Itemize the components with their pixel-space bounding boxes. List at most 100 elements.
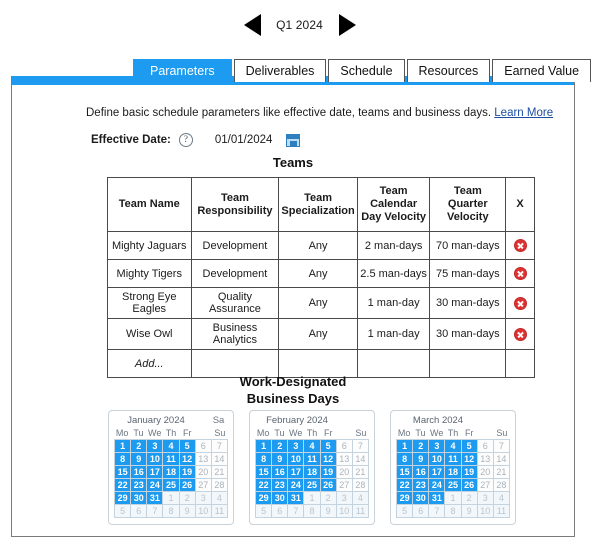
calendar-day-cell[interactable]: 2 bbox=[131, 440, 148, 453]
calendar-day-cell[interactable]: 25 bbox=[163, 479, 180, 492]
calendar-day-cell[interactable]: 3 bbox=[195, 492, 212, 505]
calendar-day-cell[interactable]: 5 bbox=[179, 440, 196, 453]
calendar-day-cell[interactable]: 8 bbox=[115, 453, 132, 466]
calendar-day-cell[interactable]: 28 bbox=[211, 479, 228, 492]
calendar-day-cell[interactable]: 19 bbox=[320, 466, 337, 479]
calendar-day-cell[interactable]: 24 bbox=[429, 479, 446, 492]
calendar-day-cell[interactable]: 31 bbox=[147, 492, 164, 505]
cell-quarter-velocity[interactable]: 75 man-days bbox=[429, 259, 507, 288]
calendar-day-cell[interactable]: 16 bbox=[413, 466, 430, 479]
calendar-day-cell[interactable]: 1 bbox=[256, 440, 273, 453]
calendar-day-cell[interactable]: 6 bbox=[413, 505, 430, 518]
calendar-day-cell[interactable]: 11 bbox=[445, 453, 462, 466]
calendar-day-cell[interactable]: 9 bbox=[272, 453, 289, 466]
calendar-day-cell[interactable]: 23 bbox=[413, 479, 430, 492]
calendar-day-cell[interactable]: 23 bbox=[272, 479, 289, 492]
calendar-day-cell[interactable]: 11 bbox=[211, 505, 228, 518]
calendar-day-cell[interactable]: 27 bbox=[336, 479, 353, 492]
cell-calendar-day-velocity[interactable]: 1 man-day bbox=[356, 318, 431, 350]
cell-calendar-day-velocity[interactable]: 2.5 man-days bbox=[356, 259, 431, 288]
calendar-day-cell[interactable]: 1 bbox=[445, 492, 462, 505]
cell-specialization[interactable]: Any bbox=[278, 231, 358, 260]
delete-row-cell[interactable] bbox=[505, 287, 535, 319]
calendar-day-cell[interactable]: 10 bbox=[288, 453, 305, 466]
calendar-picker-icon[interactable] bbox=[286, 133, 301, 147]
delete-row-cell[interactable] bbox=[505, 259, 535, 288]
calendar-day-cell[interactable]: 10 bbox=[336, 505, 353, 518]
calendar-day-cell[interactable]: 30 bbox=[272, 492, 289, 505]
calendar-day-cell[interactable]: 15 bbox=[256, 466, 273, 479]
calendar-day-cell[interactable]: 31 bbox=[429, 492, 446, 505]
calendar-day-cell[interactable]: 2 bbox=[272, 440, 289, 453]
calendar-day-cell[interactable]: 4 bbox=[445, 440, 462, 453]
calendar-day-cell[interactable]: 3 bbox=[336, 492, 353, 505]
tab-resources[interactable]: Resources bbox=[406, 59, 491, 82]
calendar-day-cell[interactable]: 18 bbox=[304, 466, 321, 479]
calendar-day-cell[interactable]: 20 bbox=[477, 466, 494, 479]
calendar-day-cell[interactable]: 26 bbox=[320, 479, 337, 492]
calendar-day-cell[interactable]: 9 bbox=[320, 505, 337, 518]
calendar-day-cell[interactable]: 9 bbox=[131, 453, 148, 466]
cell-specialization[interactable]: Any bbox=[278, 259, 358, 288]
calendar-day-cell[interactable]: 10 bbox=[477, 505, 494, 518]
calendar-day-cell[interactable]: 3 bbox=[288, 440, 305, 453]
calendar-day-cell[interactable]: 5 bbox=[397, 505, 414, 518]
calendar-day-cell[interactable]: 10 bbox=[429, 453, 446, 466]
calendar-day-cell[interactable]: 10 bbox=[147, 453, 164, 466]
calendar-day-cell[interactable]: 7 bbox=[352, 440, 369, 453]
calendar-day-cell[interactable]: 8 bbox=[256, 453, 273, 466]
calendar-day-cell[interactable]: 2 bbox=[461, 492, 478, 505]
calendar-day-cell[interactable]: 11 bbox=[304, 453, 321, 466]
calendar-day-cell[interactable]: 12 bbox=[320, 453, 337, 466]
calendar-day-cell[interactable]: 26 bbox=[461, 479, 478, 492]
calendar-day-cell[interactable]: 15 bbox=[397, 466, 414, 479]
tab-earned-value[interactable]: Earned Value bbox=[492, 59, 592, 82]
calendar-day-cell[interactable]: 4 bbox=[163, 440, 180, 453]
calendar-day-cell[interactable]: 2 bbox=[320, 492, 337, 505]
cell-calendar-day-velocity[interactable]: 2 man-days bbox=[356, 231, 431, 260]
calendar-day-cell[interactable]: 2 bbox=[179, 492, 196, 505]
calendar-day-cell[interactable]: 6 bbox=[336, 440, 353, 453]
cell-name[interactable]: Mighty Tigers bbox=[107, 259, 192, 288]
calendar-day-cell[interactable]: 22 bbox=[115, 479, 132, 492]
calendar-day-cell[interactable]: 29 bbox=[256, 492, 273, 505]
cell-responsibility[interactable]: Business Analytics bbox=[190, 318, 280, 350]
calendar-day-cell[interactable]: 7 bbox=[147, 505, 164, 518]
calendar-day-cell[interactable]: 30 bbox=[413, 492, 430, 505]
calendar-day-cell[interactable]: 3 bbox=[477, 492, 494, 505]
calendar-day-cell[interactable]: 31 bbox=[288, 492, 305, 505]
calendar-day-cell[interactable]: 8 bbox=[304, 505, 321, 518]
calendar-day-cell[interactable]: 23 bbox=[131, 479, 148, 492]
table-row[interactable]: Mighty Tigers Development Any 2.5 man-days 7… bbox=[107, 259, 535, 288]
cell-responsibility[interactable]: Quality Assurance bbox=[190, 287, 280, 319]
calendar-day-cell[interactable]: 5 bbox=[256, 505, 273, 518]
calendar-day-cell[interactable]: 18 bbox=[445, 466, 462, 479]
calendar-day-cell[interactable]: 26 bbox=[179, 479, 196, 492]
calendar-day-cell[interactable]: 29 bbox=[397, 492, 414, 505]
calendar-day-cell[interactable]: 25 bbox=[445, 479, 462, 492]
calendar-day-cell[interactable]: 19 bbox=[179, 466, 196, 479]
delete-row-icon[interactable] bbox=[513, 296, 527, 310]
calendar-day-cell[interactable]: 17 bbox=[147, 466, 164, 479]
calendar-day-cell[interactable]: 10 bbox=[195, 505, 212, 518]
calendar-day-cell[interactable]: 13 bbox=[477, 453, 494, 466]
cell-name[interactable]: Strong Eye Eagles bbox=[107, 287, 192, 319]
calendar-day-cell[interactable]: 12 bbox=[461, 453, 478, 466]
calendar-day-cell[interactable]: 30 bbox=[131, 492, 148, 505]
calendar-day-cell[interactable]: 24 bbox=[288, 479, 305, 492]
calendar-day-cell[interactable]: 16 bbox=[272, 466, 289, 479]
table-row[interactable]: Mighty Jaguars Development Any 2 man-days 70… bbox=[107, 231, 535, 260]
cell-specialization[interactable]: Any bbox=[278, 287, 358, 319]
calendar-day-cell[interactable]: 6 bbox=[195, 440, 212, 453]
cell-calendar-day-velocity[interactable]: 1 man-day bbox=[356, 287, 431, 319]
calendar-day-cell[interactable]: 9 bbox=[461, 505, 478, 518]
calendar-day-cell[interactable]: 16 bbox=[131, 466, 148, 479]
calendar-day-cell[interactable]: 14 bbox=[352, 453, 369, 466]
calendar-day-cell[interactable]: 7 bbox=[493, 440, 510, 453]
calendar-day-cell[interactable]: 21 bbox=[352, 466, 369, 479]
calendar-day-cell[interactable]: 20 bbox=[336, 466, 353, 479]
calendar-day-cell[interactable]: 4 bbox=[304, 440, 321, 453]
cell-quarter-velocity[interactable]: 30 man-days bbox=[429, 287, 507, 319]
cell-name[interactable]: Mighty Jaguars bbox=[107, 231, 192, 260]
calendar-day-cell[interactable]: 7 bbox=[288, 505, 305, 518]
